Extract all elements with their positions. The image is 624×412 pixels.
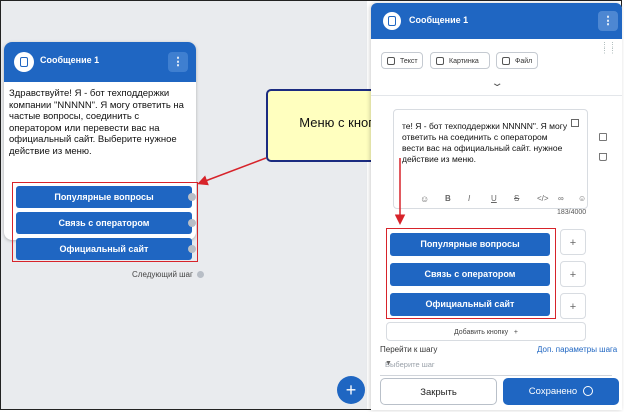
- arrow-to-node-buttons: [197, 157, 267, 186]
- annotation-arrows: [197, 157, 406, 225]
